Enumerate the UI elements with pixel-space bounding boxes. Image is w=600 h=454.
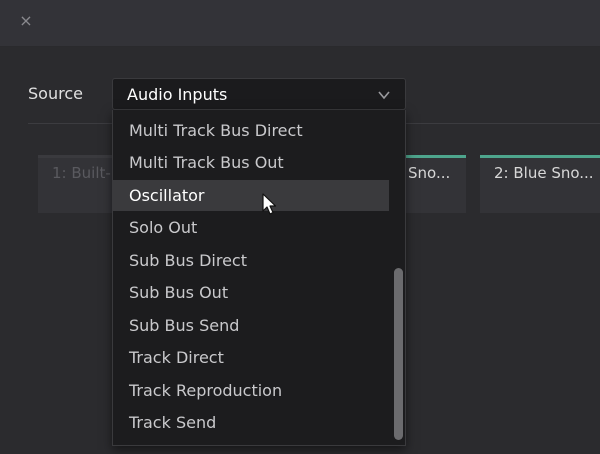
input-tile-3[interactable]: 2: Blue Sno... [480,155,600,213]
menu-item-oscillator[interactable]: Oscillator [113,180,389,211]
input-tile-1[interactable]: 1: Built-i... [38,155,129,213]
menu-item-sub-bus-out[interactable]: Sub Bus Out [113,277,389,308]
close-icon[interactable]: × [16,11,36,31]
chevron-down-icon [378,91,390,100]
menu-item-label: Multi Track Bus Direct [129,121,303,140]
tile-status-bar [38,155,122,158]
source-dropdown-menu: Multi Track Bus Direct Multi Track Bus O… [112,110,406,446]
source-selected-value: Audio Inputs [127,85,228,104]
menu-item-sub-bus-direct[interactable]: Sub Bus Direct [113,245,389,276]
menu-item-track-direct[interactable]: Track Direct [113,342,389,373]
menu-item-label: Sub Bus Out [129,283,229,302]
menu-item-label: Sub Bus Send [129,316,240,335]
menu-item-solo-out[interactable]: Solo Out [113,212,389,243]
menu-item-label: Track Reproduction [129,381,283,400]
menu-item-track-reproduction[interactable]: Track Reproduction [113,375,389,406]
menu-item-multi-track-bus-direct[interactable]: Multi Track Bus Direct [113,115,389,146]
mouse-pointer-icon [262,193,277,215]
menu-item-multi-track-bus-out[interactable]: Multi Track Bus Out [113,147,389,178]
tile-label: 2: Blue Sno... [494,164,594,182]
source-select[interactable]: Audio Inputs [112,78,406,110]
menu-item-label: Oscillator [129,186,205,205]
menu-item-label: Track Send [129,413,217,432]
tile-label: Sno... [408,164,451,182]
menu-item-label: Sub Bus Direct [129,251,247,270]
menu-item-label: Solo Out [129,218,198,237]
dropdown-scrollbar[interactable] [394,268,403,440]
window-titlebar: × [0,0,600,47]
source-label: Source [28,84,83,103]
menu-item-sub-bus-send[interactable]: Sub Bus Send [113,310,389,341]
tile-status-bar [480,155,600,158]
menu-item-label: Multi Track Bus Out [129,153,284,172]
menu-item-track-send[interactable]: Track Send [113,407,389,438]
menu-item-label: Track Direct [129,348,224,367]
